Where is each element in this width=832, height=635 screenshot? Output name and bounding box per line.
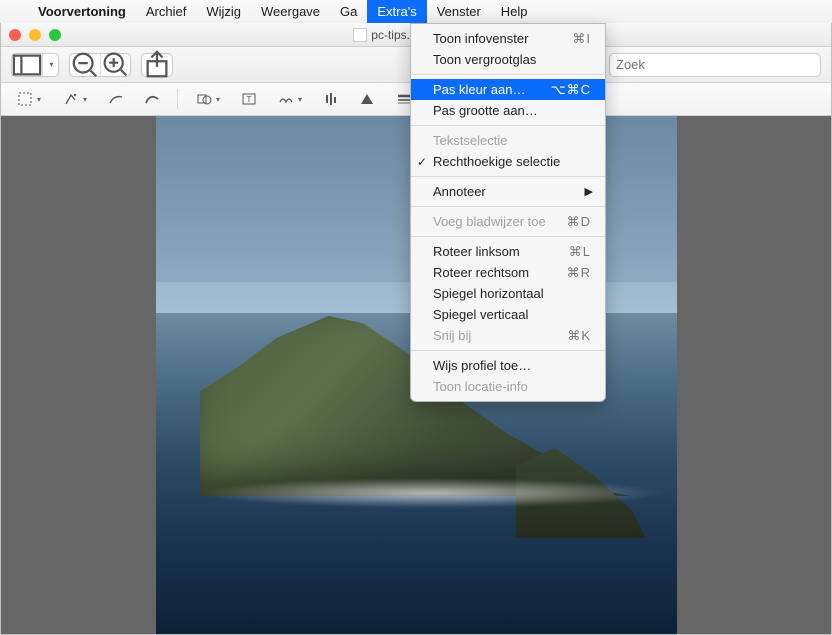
menu-item-label: Toon locatie-info	[433, 379, 528, 394]
menu-item-label: Toon vergrootglas	[433, 52, 536, 67]
menu-shortcut: ⌘R	[567, 265, 591, 281]
menu-item-label: Pas grootte aan…	[433, 103, 538, 118]
menu-item-label: Annoteer	[433, 184, 486, 199]
menu-item-label: Toon infovenster	[433, 31, 528, 46]
adjust-color-tool[interactable]	[316, 87, 346, 111]
instant-alpha-tool[interactable]: ▾	[55, 87, 95, 111]
system-menubar: Voorvertoning Archief Wijzig Weergave Ga…	[0, 0, 832, 23]
menu-item-label: Rechthoekige selectie	[433, 154, 560, 169]
menu-wijzig[interactable]: Wijzig	[196, 0, 251, 23]
menu-shortcut: ⌘D	[567, 214, 591, 230]
menu-item[interactable]: Annoteer ▶	[411, 181, 605, 202]
menu-shortcut: ⌥⌘C	[551, 82, 591, 98]
svg-text:T: T	[247, 95, 252, 104]
menu-archief[interactable]: Archief	[136, 0, 196, 23]
menu-separator	[411, 74, 605, 75]
menu-separator	[411, 125, 605, 126]
menu-item[interactable]: Pas grootte aan…	[411, 100, 605, 121]
menu-item: Toon locatie-info	[411, 376, 605, 397]
menu-item[interactable]: Roteer linksom ⌘L	[411, 241, 605, 262]
zoom-icon[interactable]	[49, 29, 61, 41]
checkmark-icon: ✓	[417, 155, 427, 169]
menu-item[interactable]: Spiegel verticaal	[411, 304, 605, 325]
menu-item-label: Spiegel horizontaal	[433, 286, 544, 301]
view-mode-button[interactable]: ▾	[11, 53, 59, 77]
menu-separator	[411, 236, 605, 237]
adjust-size-tool[interactable]	[352, 87, 382, 111]
menu-help[interactable]: Help	[491, 0, 538, 23]
menu-item-label: Spiegel verticaal	[433, 307, 528, 322]
minimize-icon[interactable]	[29, 29, 41, 41]
menu-extras[interactable]: Extra's	[367, 0, 426, 23]
sidebar-view-icon[interactable]	[12, 54, 42, 76]
menu-item-label: Roteer rechtsom	[433, 265, 529, 280]
sign-tool[interactable]: ▾	[270, 87, 310, 111]
draw-tool[interactable]	[137, 87, 167, 111]
search-input[interactable]	[609, 53, 821, 77]
menu-item[interactable]: Pas kleur aan… ⌥⌘C	[411, 79, 605, 100]
menu-item: Tekstselectie	[411, 130, 605, 151]
share-button[interactable]	[142, 54, 172, 76]
menu-weergave[interactable]: Weergave	[251, 0, 330, 23]
menu-separator	[411, 350, 605, 351]
menu-item-label: Pas kleur aan…	[433, 82, 526, 97]
text-tool[interactable]: T	[234, 87, 264, 111]
menu-item[interactable]: Roteer rechtsom ⌘R	[411, 262, 605, 283]
menu-shortcut: ⌘K	[567, 328, 591, 344]
selection-tool[interactable]: ▾	[9, 87, 49, 111]
menu-item[interactable]: Spiegel horizontaal	[411, 283, 605, 304]
menu-item-label: Wijs profiel toe…	[433, 358, 531, 373]
zoom-in-button[interactable]	[100, 54, 130, 76]
extras-dropdown: Toon infovenster ⌘I Toon vergrootglas Pas k…	[410, 23, 606, 402]
menu-item-label: Tekstselectie	[433, 133, 507, 148]
shapes-tool[interactable]: ▾	[188, 87, 228, 111]
menu-separator	[411, 176, 605, 177]
app-name[interactable]: Voorvertoning	[28, 4, 136, 19]
menu-item-label: Voeg bladwijzer toe	[433, 214, 546, 229]
document-icon	[353, 28, 367, 42]
menu-item[interactable]: Toon infovenster ⌘I	[411, 28, 605, 49]
menu-item[interactable]: Rechthoekige selectie ✓	[411, 151, 605, 172]
menu-item-label: Snij bij	[433, 328, 471, 343]
menu-item-label: Roteer linksom	[433, 244, 520, 259]
zoom-out-button[interactable]	[70, 54, 100, 76]
menu-item[interactable]: Toon vergrootglas	[411, 49, 605, 70]
menu-item: Voeg bladwijzer toe ⌘D	[411, 211, 605, 232]
menu-venster[interactable]: Venster	[427, 0, 491, 23]
menu-ga[interactable]: Ga	[330, 0, 367, 23]
chevron-down-icon[interactable]: ▾	[42, 54, 58, 76]
sketch-tool[interactable]	[101, 87, 131, 111]
menu-item: Snij bij ⌘K	[411, 325, 605, 346]
menu-item[interactable]: Wijs profiel toe…	[411, 355, 605, 376]
menu-shortcut: ⌘L	[569, 244, 591, 260]
menu-shortcut: ⌘I	[572, 31, 591, 47]
menu-separator	[411, 206, 605, 207]
submenu-arrow-icon: ▶	[585, 185, 593, 198]
close-icon[interactable]	[9, 29, 21, 41]
